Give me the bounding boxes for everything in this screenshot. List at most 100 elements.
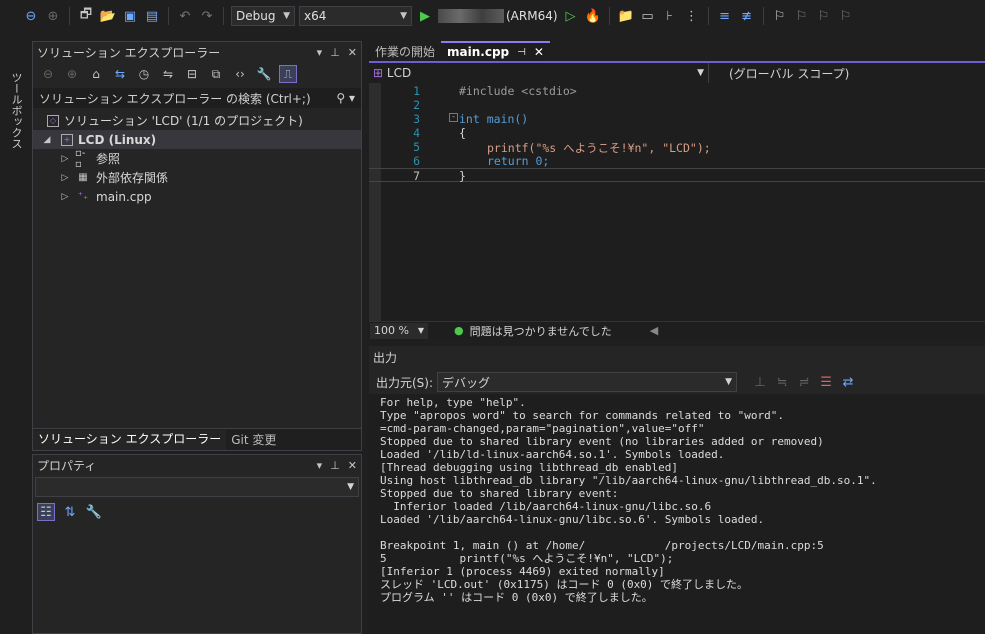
toggle-icon[interactable]: ⋮ bbox=[683, 7, 701, 25]
tab-git-changes[interactable]: Git 変更 bbox=[226, 430, 281, 450]
scope-dropdown[interactable]: (グローバル スコープ) bbox=[709, 63, 985, 83]
output-toolbar: 出力元(S): デバッグ ▼ ⊥ ≒ ≓ ☰ ⇄ bbox=[376, 372, 857, 392]
collapsed-icon[interactable]: ▷ bbox=[59, 192, 71, 202]
properties-title: プロパティ bbox=[37, 458, 97, 473]
configuration-value: Debug bbox=[236, 9, 276, 23]
categorized-icon[interactable]: ☷ bbox=[37, 503, 55, 521]
solution-explorer-search[interactable]: ソリューション エクスプローラー の検索 (Ctrl+;) ⚲ ▾ bbox=[33, 88, 361, 108]
tab-main-cpp[interactable]: main.cpp ⊣ ✕ bbox=[441, 41, 550, 61]
pin-icon[interactable]: ⊥ bbox=[330, 459, 340, 472]
close-icon[interactable]: ✕ bbox=[348, 459, 357, 472]
open-folder-icon[interactable]: 📂 bbox=[99, 7, 117, 25]
prev-bookmark-icon[interactable]: ⚐ bbox=[793, 7, 811, 25]
save-all-icon[interactable]: ▤ bbox=[143, 7, 161, 25]
tab-solution-explorer[interactable]: ソリューション エクスプローラー bbox=[33, 429, 227, 450]
show-all-files-icon[interactable]: ⧉ bbox=[207, 65, 225, 83]
run-target[interactable]: (ARM64) bbox=[438, 9, 558, 23]
dropdown-icon[interactable]: ▾ bbox=[317, 46, 323, 59]
comment-icon[interactable]: ≡ bbox=[716, 7, 734, 25]
tree-item-main-cpp[interactable]: ▷ ⁺₊ main.cpp bbox=[33, 187, 361, 206]
project-dropdown[interactable]: ⊞ LCD ▼ bbox=[369, 63, 709, 83]
output-source-dropdown[interactable]: デバッグ ▼ bbox=[437, 372, 738, 392]
property-pages-icon[interactable]: 🔧 bbox=[85, 503, 103, 521]
output-source-label: 出力元(S): bbox=[376, 375, 434, 390]
solution-icon: ◇ bbox=[47, 114, 59, 127]
find-message-icon[interactable]: ⊥ bbox=[751, 373, 769, 391]
code-line: 5 printf("%s へようこそ!¥n", "LCD"); bbox=[413, 140, 711, 155]
code-line: 6 return 0; bbox=[413, 154, 550, 168]
solution-explorer-pane: ソリューション エクスプローラー ▾ ⊥ ✕ ⊖ ⊕ ⌂ ⇆ ◷ ⇋ ⊟ ⧉ ‹› … bbox=[32, 41, 362, 451]
editor-status-bar: 100 % ▼ ● 問題は見つかりませんでした ◀ bbox=[369, 321, 985, 339]
issues-status[interactable]: 問題は見つかりませんでした bbox=[470, 323, 612, 339]
code-editor[interactable]: 1 #include <cstdio> 2 3 - int main() 4 {… bbox=[369, 83, 985, 321]
tree-item-project[interactable]: ◢ + LCD (Linux) bbox=[33, 130, 361, 149]
properties-pane: プロパティ ▾ ⊥ ✕ ▼ ☷ ⇅ 🔧 bbox=[32, 454, 362, 634]
run-icon[interactable]: ▶ bbox=[416, 7, 434, 25]
output-title: 出力 bbox=[373, 351, 398, 365]
undo-icon[interactable]: ↶ bbox=[176, 7, 194, 25]
tree-item-references[interactable]: ▷ ▫-▫ 参照 bbox=[33, 148, 361, 170]
browse-icon[interactable]: 📁 bbox=[617, 7, 635, 25]
forward-icon[interactable]: ⊕ bbox=[44, 7, 62, 25]
home-icon[interactable]: ⌂ bbox=[87, 65, 105, 83]
tree-item-external-deps[interactable]: ▷ ▦ 外部依存関係 bbox=[33, 168, 361, 187]
bookmark-icon[interactable]: ⚐ bbox=[771, 7, 789, 25]
solution-explorer-title: ソリューション エクスプローラー bbox=[37, 45, 221, 60]
folder-icon: ▦ bbox=[78, 172, 88, 183]
collapsed-icon[interactable]: ▷ bbox=[59, 173, 71, 183]
pending-changes-icon[interactable]: ◷ bbox=[135, 65, 153, 83]
clear-bookmarks-icon[interactable]: ⚐ bbox=[837, 7, 855, 25]
output-line: For help, type "help". bbox=[380, 396, 526, 409]
tab-getting-started[interactable]: 作業の開始 bbox=[369, 41, 441, 61]
code-line: 1 #include <cstdio> bbox=[413, 84, 577, 98]
search-icon[interactable]: ⚲ ▾ bbox=[336, 91, 355, 105]
scroll-left-icon[interactable]: ◀ bbox=[650, 324, 658, 337]
code-line: 2 bbox=[413, 98, 420, 112]
next-bookmark-icon[interactable]: ⚐ bbox=[815, 7, 833, 25]
collapse-all-icon[interactable]: ⊟ bbox=[183, 65, 201, 83]
main-toolbar: ⊖ ⊕ 🗗 📂 ▣ ▤ ↶ ↷ Debug ▼ x64 ▼ ▶ (ARM64) ▷ … bbox=[0, 0, 985, 32]
pin-icon[interactable]: ⊥ bbox=[330, 46, 340, 59]
alphabetical-icon[interactable]: ⇅ bbox=[61, 503, 79, 521]
tree-item-solution[interactable]: ◇ ソリューション 'LCD' (1/1 のプロジェクト) bbox=[33, 111, 361, 130]
toolbox-side-tab[interactable]: ツールボックス bbox=[0, 32, 28, 634]
sync-icon[interactable]: ⇋ bbox=[159, 65, 177, 83]
pin-icon[interactable]: ⊣ bbox=[517, 47, 526, 58]
new-project-icon[interactable]: 🗗 bbox=[77, 7, 95, 25]
close-tab-icon[interactable]: ✕ bbox=[534, 45, 544, 59]
expanded-icon[interactable]: ◢ bbox=[41, 135, 53, 145]
hot-reload-icon[interactable]: 🔥 bbox=[584, 7, 602, 25]
uncomment-icon[interactable]: ≢ bbox=[738, 7, 756, 25]
cpp-file-icon: ⁺₊ bbox=[77, 191, 89, 202]
properties-icon[interactable]: 🔧 bbox=[255, 65, 273, 83]
output-line: Loaded '/lib/ld-linux-aarch64.so.1'. Sym… bbox=[380, 448, 725, 461]
run-without-debug-icon[interactable]: ▷ bbox=[562, 7, 580, 25]
word-wrap-icon[interactable]: ⇄ bbox=[839, 373, 857, 391]
next-message-icon[interactable]: ≓ bbox=[795, 373, 813, 391]
dropdown-icon[interactable]: ▾ bbox=[317, 459, 323, 472]
step-icon[interactable]: ⊦ bbox=[661, 7, 679, 25]
collapse-icon[interactable]: - bbox=[449, 113, 458, 122]
clear-all-icon[interactable]: ☰ bbox=[817, 373, 835, 391]
zoom-dropdown[interactable]: 100 % ▼ bbox=[370, 322, 428, 339]
prev-message-icon[interactable]: ≒ bbox=[773, 373, 791, 391]
output-log: For help, type "help". Type "apropos word… bbox=[380, 396, 877, 604]
platform-dropdown[interactable]: x64 ▼ bbox=[299, 6, 412, 26]
preview-icon[interactable]: ⎍ bbox=[279, 65, 297, 83]
current-line: 7 } bbox=[369, 168, 985, 183]
close-icon[interactable]: ✕ bbox=[348, 46, 357, 59]
redo-icon[interactable]: ↷ bbox=[198, 7, 216, 25]
code-icon[interactable]: ‹› bbox=[231, 65, 249, 83]
collapsed-icon[interactable]: ▷ bbox=[59, 154, 71, 164]
switch-views-icon[interactable]: ⇆ bbox=[111, 65, 129, 83]
back-icon[interactable]: ⊖ bbox=[22, 7, 40, 25]
output-line: =cmd-param-changed,param="pagination",va… bbox=[380, 422, 705, 435]
layout-icon[interactable]: ▭ bbox=[639, 7, 657, 25]
object-selector-dropdown[interactable]: ▼ bbox=[35, 477, 359, 497]
forward-icon[interactable]: ⊕ bbox=[63, 65, 81, 83]
back-icon[interactable]: ⊖ bbox=[39, 65, 57, 83]
configuration-dropdown[interactable]: Debug ▼ bbox=[231, 6, 295, 26]
document-tabs: 作業の開始 main.cpp ⊣ ✕ bbox=[369, 41, 985, 61]
solution-explorer-header: ソリューション エクスプローラー ▾ ⊥ ✕ bbox=[33, 42, 361, 62]
save-icon[interactable]: ▣ bbox=[121, 7, 139, 25]
